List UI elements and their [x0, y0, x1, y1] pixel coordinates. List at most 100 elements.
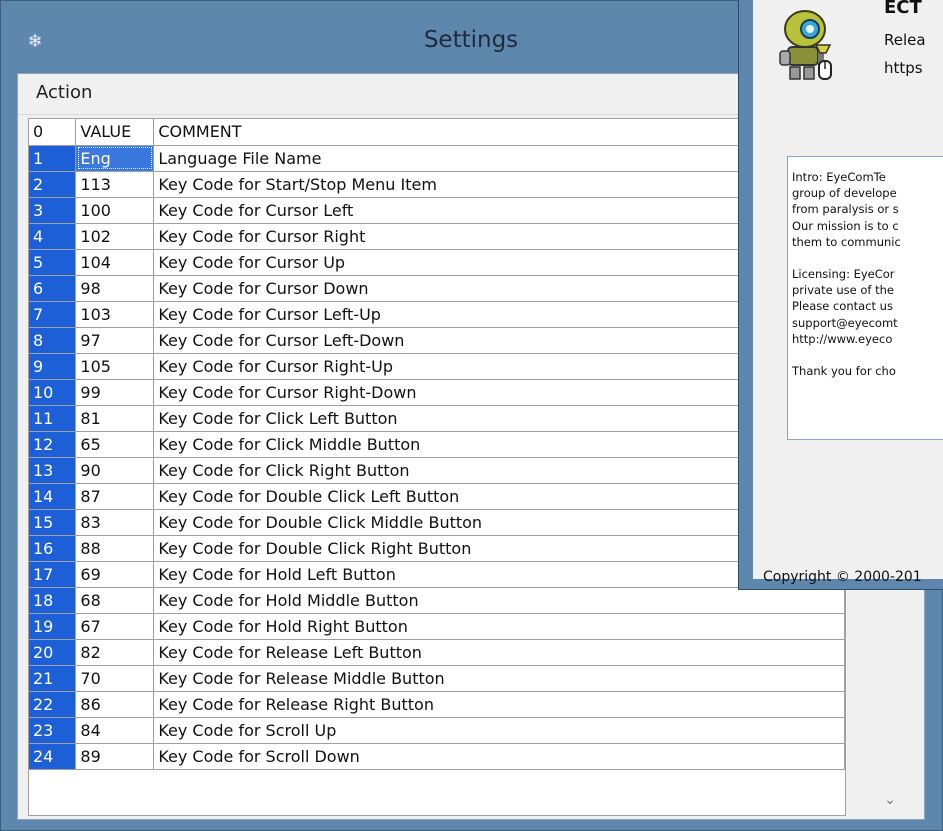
about-copyright: Copyright © 2000-201: [763, 569, 922, 585]
table-header-row: 0 VALUE COMMENT: [29, 119, 845, 146]
snowflake-icon[interactable]: ❄: [24, 31, 46, 53]
table-row[interactable]: 1 Eng Language File Name: [29, 145, 845, 172]
value-cell[interactable]: 87: [75, 483, 155, 510]
value-cell[interactable]: 82: [75, 639, 155, 666]
header-index[interactable]: 0: [29, 119, 77, 146]
about-intro-paragraph: Intro: EyeComTe group of develope from p…: [792, 169, 943, 250]
row-index-cell[interactable]: 24: [29, 743, 77, 770]
table-row[interactable]: 11 81 Key Code for Click Left Button: [29, 405, 845, 432]
value-cell[interactable]: 104: [75, 249, 155, 276]
row-index-cell[interactable]: 2: [29, 171, 77, 198]
row-index-cell[interactable]: 12: [29, 431, 77, 458]
value-cell[interactable]: 100: [75, 197, 155, 224]
table-row[interactable]: 19 67 Key Code for Hold Right Button: [29, 613, 845, 640]
row-index-cell[interactable]: 18: [29, 587, 77, 614]
table-row[interactable]: 16 88 Key Code for Double Click Right Butt…: [29, 535, 845, 562]
row-index-cell[interactable]: 13: [29, 457, 77, 484]
about-window: ECT Relea https Intro: EyeComTe group of…: [738, 0, 943, 590]
value-cell[interactable]: 65: [75, 431, 155, 458]
comment-cell[interactable]: Key Code for Release Left Button: [153, 639, 845, 666]
row-index-cell[interactable]: 14: [29, 483, 77, 510]
about-licensing-paragraph: Licensing: EyeCor private use of the Ple…: [792, 266, 943, 347]
row-index-cell[interactable]: 22: [29, 691, 77, 718]
row-index-cell[interactable]: 17: [29, 561, 77, 588]
row-index-cell[interactable]: 9: [29, 353, 77, 380]
table-row[interactable]: 24 89 Key Code for Scroll Down: [29, 743, 845, 770]
comment-cell[interactable]: Key Code for Release Middle Button: [153, 665, 845, 692]
table-row[interactable]: 4 102 Key Code for Cursor Right: [29, 223, 845, 250]
value-cell[interactable]: 83: [75, 509, 155, 536]
value-cell[interactable]: 113: [75, 171, 155, 198]
row-index-cell[interactable]: 10: [29, 379, 77, 406]
about-textbox[interactable]: Intro: EyeComTe group of develope from p…: [787, 156, 943, 440]
value-cell[interactable]: 102: [75, 223, 155, 250]
table-row[interactable]: 2 113 Key Code for Start/Stop Menu Item: [29, 171, 845, 198]
row-index-cell[interactable]: 19: [29, 613, 77, 640]
table-row[interactable]: 15 83 Key Code for Double Click Middle But…: [29, 509, 845, 536]
about-line: Thank you for cho: [792, 364, 896, 379]
value-cell[interactable]: 69: [75, 561, 155, 588]
value-cell[interactable]: 89: [75, 743, 155, 770]
row-index-cell[interactable]: 7: [29, 301, 77, 328]
value-cell[interactable]: 68: [75, 587, 155, 614]
row-index-cell[interactable]: 15: [29, 509, 77, 536]
table-row[interactable]: 21 70 Key Code for Release Middle Button: [29, 665, 845, 692]
about-line: group of develope: [792, 186, 897, 201]
table-row[interactable]: 12 65 Key Code for Click Middle Button: [29, 431, 845, 458]
menu-action[interactable]: Action: [32, 80, 96, 105]
value-cell[interactable]: 67: [75, 613, 155, 640]
value-cell[interactable]: Eng: [75, 145, 155, 172]
comment-cell[interactable]: Key Code for Release Right Button: [153, 691, 845, 718]
value-cell[interactable]: 98: [75, 275, 155, 302]
table-row[interactable]: 5 104 Key Code for Cursor Up: [29, 249, 845, 276]
row-index-cell[interactable]: 5: [29, 249, 77, 276]
table-row[interactable]: 22 86 Key Code for Release Right Button: [29, 691, 845, 718]
value-cell[interactable]: 103: [75, 301, 155, 328]
row-index-cell[interactable]: 8: [29, 327, 77, 354]
header-value[interactable]: VALUE: [75, 119, 155, 146]
about-link[interactable]: https: [884, 59, 923, 77]
comment-cell[interactable]: Key Code for Scroll Down: [153, 743, 845, 770]
comment-cell[interactable]: Key Code for Hold Right Button: [153, 613, 845, 640]
table-row[interactable]: 23 84 Key Code for Scroll Up: [29, 717, 845, 744]
table-row[interactable]: 10 99 Key Code for Cursor Right-Down: [29, 379, 845, 406]
row-index-cell[interactable]: 11: [29, 405, 77, 432]
value-cell[interactable]: 84: [75, 717, 155, 744]
table-row[interactable]: 9 105 Key Code for Cursor Right-Up: [29, 353, 845, 380]
row-index-cell[interactable]: 3: [29, 197, 77, 224]
value-cell[interactable]: 97: [75, 327, 155, 354]
table-row[interactable]: 3 100 Key Code for Cursor Left: [29, 197, 845, 224]
value-cell[interactable]: 99: [75, 379, 155, 406]
row-index-cell[interactable]: 16: [29, 535, 77, 562]
settings-grid[interactable]: 0 VALUE COMMENT 1 Eng Language File Name 2 1…: [28, 118, 846, 816]
table-row[interactable]: 7 103 Key Code for Cursor Left-Up: [29, 301, 845, 328]
window-title: Settings: [423, 27, 519, 53]
value-cell[interactable]: 70: [75, 665, 155, 692]
comment-cell[interactable]: Key Code for Hold Middle Button: [153, 587, 845, 614]
about-line: them to communic: [792, 234, 901, 249]
table-row[interactable]: 20 82 Key Code for Release Left Button: [29, 639, 845, 666]
robot-logo-icon: [779, 10, 832, 80]
row-index-cell[interactable]: 6: [29, 275, 77, 302]
table-row[interactable]: 14 87 Key Code for Double Click Left Butto…: [29, 483, 845, 510]
about-line: support@eyecomt: [792, 315, 898, 330]
value-cell[interactable]: 88: [75, 535, 155, 562]
row-index-cell[interactable]: 20: [29, 639, 77, 666]
about-client-area: ECT Relea https Intro: EyeComTe group of…: [753, 0, 943, 585]
table-row[interactable]: 17 69 Key Code for Hold Left Button: [29, 561, 845, 588]
row-index-cell[interactable]: 21: [29, 665, 77, 692]
value-cell[interactable]: 86: [75, 691, 155, 718]
table-row[interactable]: 18 68 Key Code for Hold Middle Button: [29, 587, 845, 614]
row-index-cell[interactable]: 1: [29, 145, 77, 172]
table-row[interactable]: 6 98 Key Code for Cursor Down: [29, 275, 845, 302]
value-cell[interactable]: 81: [75, 405, 155, 432]
table-row[interactable]: 8 97 Key Code for Cursor Left-Down: [29, 327, 845, 354]
value-cell[interactable]: 105: [75, 353, 155, 380]
value-cell[interactable]: 90: [75, 457, 155, 484]
comment-cell[interactable]: Key Code for Scroll Up: [153, 717, 845, 744]
about-line: from paralysis or s: [792, 202, 899, 217]
table-row[interactable]: 13 90 Key Code for Click Right Button: [29, 457, 845, 484]
row-index-cell[interactable]: 23: [29, 717, 77, 744]
chevron-down-icon[interactable]: ⌄: [882, 792, 898, 808]
row-index-cell[interactable]: 4: [29, 223, 77, 250]
